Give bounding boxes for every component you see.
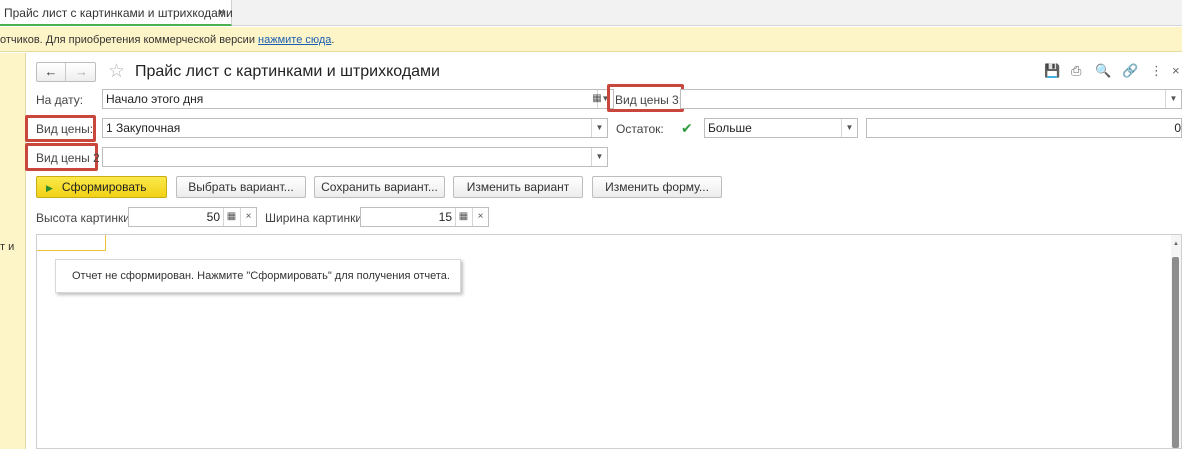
picture-height-value: 50	[206, 210, 220, 224]
price3-field[interactable]: ▼	[680, 89, 1182, 109]
date-label: На дату:	[36, 93, 84, 107]
tab-bar: Прайс лист с картинками и штрихкодами ×	[0, 0, 1182, 26]
report-not-generated-message: Отчет не сформирован. Нажмите "Сформиров…	[55, 259, 461, 293]
link-icon[interactable]: 🔗	[1122, 63, 1138, 79]
report-form: ← → ☆ Прайс лист с картинками и штрихкод…	[25, 53, 1182, 449]
choose-variant-button[interactable]: Выбрать вариант...	[176, 176, 306, 198]
change-variant-button[interactable]: Изменить вариант	[453, 176, 583, 198]
page-title: Прайс лист с картинками и штрихкодами	[135, 63, 440, 80]
price2-dropdown-icon[interactable]: ▼	[591, 148, 607, 166]
save-icon[interactable]: 💾	[1044, 63, 1060, 79]
banner-text: отчиков. Для приобретения коммерческой в…	[0, 34, 259, 46]
picture-width-label: Ширина картинки:	[265, 211, 366, 225]
license-banner: отчиков. Для приобретения коммерческой в…	[0, 27, 1182, 52]
tab-title: Прайс лист с картинками и штрихкодами	[4, 6, 233, 20]
save-variant-button[interactable]: Сохранить вариант...	[314, 176, 445, 198]
stock-value: 0	[1174, 121, 1181, 135]
favorite-star-icon[interactable]: ☆	[108, 60, 125, 83]
banner-link[interactable]: нажмите сюда	[258, 34, 331, 46]
picture-height-label: Высота картинки:	[36, 211, 134, 225]
date-value: Начало этого дня	[106, 92, 204, 106]
left-panel-text: т и	[0, 241, 15, 253]
preview-icon[interactable]: 🔍	[1095, 63, 1111, 79]
scrollbar-thumb[interactable]	[1172, 257, 1179, 448]
print-icon[interactable]: ⎙	[1071, 63, 1081, 79]
generate-button[interactable]: ▶ Сформировать	[36, 176, 167, 198]
stock-checkbox[interactable]: ✔	[681, 121, 695, 135]
change-form-button[interactable]: Изменить форму...	[592, 176, 722, 198]
price-field[interactable]: 1 Закупочная ▼	[102, 118, 608, 138]
banner-suffix: .	[331, 34, 335, 46]
generate-label: Сформировать	[61, 180, 147, 194]
stock-label: Остаток:	[616, 122, 664, 136]
left-panel: т и	[0, 53, 26, 449]
back-arrow-icon[interactable]: ←	[37, 63, 66, 81]
tab-price-list[interactable]: Прайс лист с картинками и штрихкодами ×	[0, 0, 233, 26]
date-field[interactable]: Начало этого дня ▼	[102, 89, 614, 109]
stock-compare-field[interactable]: Больше ▼	[704, 118, 858, 138]
price-label: Вид цены:	[36, 122, 94, 136]
price-dropdown-icon[interactable]: ▼	[591, 119, 607, 137]
stock-compare-dropdown-icon[interactable]: ▼	[841, 119, 857, 137]
navigation-buttons: ← →	[36, 62, 96, 82]
vertical-scrollbar[interactable]: ▲	[1171, 235, 1181, 448]
tab-close-icon[interactable]: ×	[218, 5, 225, 19]
more-icon[interactable]: ⋮	[1150, 63, 1163, 79]
forward-arrow-icon[interactable]: →	[67, 63, 96, 81]
price2-field[interactable]: ▼	[102, 147, 608, 167]
picture-height-calc-icon[interactable]: ▦	[223, 208, 239, 226]
price3-label: Вид цены 3:	[615, 93, 683, 107]
report-spreadsheet[interactable]: Отчет не сформирован. Нажмите "Сформиров…	[36, 234, 1182, 449]
scroll-up-icon[interactable]: ▲	[1171, 241, 1181, 247]
picture-height-field[interactable]: 50 ▦ ×	[128, 207, 257, 227]
calendar-icon[interactable]: ▦	[590, 89, 604, 109]
play-icon: ▶	[46, 183, 53, 193]
price3-dropdown-icon[interactable]: ▼	[1165, 90, 1181, 108]
price-value: 1 Закупочная	[106, 121, 181, 135]
price2-label: Вид цены 2	[36, 151, 100, 165]
active-cell[interactable]	[37, 235, 106, 251]
picture-width-field[interactable]: 15 ▦ ×	[360, 207, 489, 227]
picture-width-clear-icon[interactable]: ×	[472, 208, 488, 226]
close-form-icon[interactable]: ×	[1172, 63, 1180, 79]
picture-height-clear-icon[interactable]: ×	[240, 208, 256, 226]
stock-compare-value: Больше	[708, 121, 752, 135]
picture-width-value: 15	[438, 210, 452, 224]
stock-value-field[interactable]: 0	[866, 118, 1182, 138]
picture-width-calc-icon[interactable]: ▦	[455, 208, 471, 226]
